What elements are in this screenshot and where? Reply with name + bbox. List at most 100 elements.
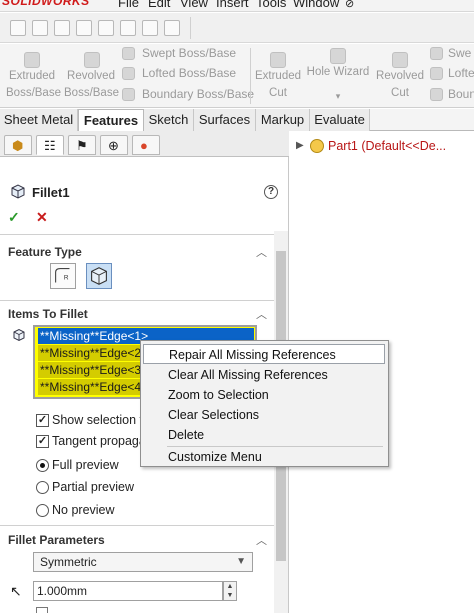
lofted-boss-button[interactable]: Lofted Boss/Base: [142, 65, 236, 82]
revolved-boss-icon[interactable]: [84, 52, 100, 68]
tangent-propagation-checkbox[interactable]: ✓: [36, 435, 49, 448]
revolved-cut-label-2: Cut: [391, 87, 409, 99]
menu-item-clear-selections[interactable]: Clear Selections: [142, 405, 387, 425]
fillet-profile-select[interactable]: Symmetric ▼: [33, 552, 253, 572]
feature-type-heading[interactable]: Feature Type: [8, 245, 82, 259]
chevron-up-icon[interactable]: ︿: [256, 244, 267, 260]
revolved-boss-button[interactable]: Revolved Boss/Base: [64, 68, 119, 102]
save-icon[interactable]: [54, 20, 70, 36]
undo-icon[interactable]: [98, 20, 114, 36]
full-preview-radio[interactable]: [36, 459, 49, 472]
redo-icon[interactable]: [120, 20, 136, 36]
quick-toolbar: [0, 13, 474, 43]
constant-fillet-icon: R: [55, 268, 70, 283]
menu-tools[interactable]: Tools: [256, 0, 286, 10]
cancel-button[interactable]: ✕: [36, 209, 48, 226]
display-manager-tab[interactable]: ●: [132, 135, 160, 155]
swept-boss-icon[interactable]: [122, 47, 135, 60]
no-preview-radio[interactable]: [36, 504, 49, 517]
extruded-boss-button[interactable]: Extruded Boss/Base: [6, 68, 61, 102]
face-fillet-button[interactable]: [86, 263, 112, 289]
section-divider: [0, 234, 274, 235]
revolved-boss-label-2: Boss/Base: [64, 87, 119, 99]
extruded-cut-icon[interactable]: [270, 52, 286, 68]
property-manager-tab[interactable]: ☷: [36, 135, 64, 155]
menu-view[interactable]: View: [180, 0, 208, 10]
menu-item-customize[interactable]: Customize Menu: [142, 447, 387, 467]
context-menu: Repair All Missing References Clear All …: [140, 340, 389, 467]
revolved-cut-button[interactable]: Revolved Cut: [374, 68, 426, 102]
part-icon: [310, 139, 324, 153]
boundary-boss-button[interactable]: Boundary Boss/Base: [142, 86, 254, 103]
menu-window[interactable]: Window: [293, 0, 339, 10]
boundary-cut-icon[interactable]: [430, 88, 443, 101]
menu-insert[interactable]: Insert: [216, 0, 249, 10]
expand-arrow-icon[interactable]: ▶: [296, 140, 304, 151]
tab-evaluate[interactable]: Evaluate: [310, 109, 370, 131]
lofted-boss-icon[interactable]: [122, 67, 135, 80]
tab-sheet-metal[interactable]: Sheet Metal: [0, 109, 78, 131]
solidworks-logo: SOLIDWORKS: [2, 0, 90, 8]
no-preview-label: No preview: [52, 503, 115, 517]
dimxpert-tab[interactable]: ⊕: [100, 135, 128, 155]
menu-item-repair-missing[interactable]: Repair All Missing References: [143, 344, 385, 364]
command-manager: Extruded Boss/Base Revolved Boss/Base Sw…: [0, 44, 474, 108]
hole-wizard-icon[interactable]: [330, 48, 346, 64]
ok-button[interactable]: ✓: [8, 209, 20, 226]
section-divider: [0, 300, 274, 301]
feature-manager-tab[interactable]: ⬢: [4, 135, 32, 155]
revolved-cut-label-1: Revolved: [376, 70, 424, 82]
section-divider: [0, 525, 274, 526]
boundary-boss-icon[interactable]: [122, 88, 135, 101]
print-icon[interactable]: [76, 20, 92, 36]
boundary-cut-button[interactable]: Boun: [448, 86, 474, 103]
open-icon[interactable]: [32, 20, 48, 36]
chevron-up-icon[interactable]: ︿: [256, 532, 267, 548]
swept-cut-icon[interactable]: [430, 47, 443, 60]
rebuild-icon[interactable]: [164, 20, 180, 36]
items-to-fillet-heading[interactable]: Items To Fillet: [8, 307, 88, 321]
menu-item-clear-missing[interactable]: Clear All Missing References: [142, 365, 387, 385]
menu-edit[interactable]: Edit: [148, 0, 170, 10]
hole-wizard-dropdown-icon[interactable]: ▾: [306, 88, 370, 105]
appearance-sphere-icon: ●: [140, 138, 148, 153]
swept-boss-button[interactable]: Swept Boss/Base: [142, 45, 236, 62]
configuration-manager-tab[interactable]: ⚑: [68, 135, 96, 155]
checkbox-partial[interactable]: [36, 607, 48, 613]
tab-surfaces[interactable]: Surfaces: [194, 109, 256, 131]
menu-item-zoom-selection[interactable]: Zoom to Selection: [142, 385, 387, 405]
svg-text:R: R: [64, 275, 69, 282]
help-icon[interactable]: ?: [264, 185, 278, 199]
command-divider: [250, 48, 251, 104]
fillet-profile-value: Symmetric: [40, 555, 97, 569]
tab-features[interactable]: Features: [78, 109, 144, 132]
radius-spinner[interactable]: ▲ ▼: [223, 581, 237, 601]
select-icon[interactable]: [142, 20, 158, 36]
part-node[interactable]: Part1 (Default<<De...: [328, 139, 446, 153]
chevron-up-icon[interactable]: ︿: [256, 306, 267, 322]
chevron-down-icon: ▼: [236, 556, 246, 567]
revolved-cut-icon[interactable]: [392, 52, 408, 68]
extruded-boss-label-2: Boss/Base: [6, 87, 61, 99]
new-doc-icon[interactable]: [10, 20, 26, 36]
radius-input[interactable]: 1.000mm: [33, 581, 223, 601]
lofted-cut-button[interactable]: Lofte: [448, 65, 474, 82]
extruded-boss-icon[interactable]: [24, 52, 40, 68]
constant-size-fillet-button[interactable]: R: [50, 263, 76, 289]
tab-sketch[interactable]: Sketch: [144, 109, 194, 131]
feature-title: Fillet1: [32, 185, 70, 200]
pin-icon[interactable]: ⊘: [345, 0, 354, 10]
show-selection-checkbox[interactable]: ✓: [36, 414, 49, 427]
extruded-cut-button[interactable]: Extruded Cut: [254, 68, 302, 102]
full-preview-label: Full preview: [52, 458, 119, 472]
fillet-parameters-heading[interactable]: Fillet Parameters: [8, 533, 105, 547]
face-fillet-icon: [91, 267, 107, 285]
hole-wizard-button[interactable]: Hole Wizard: [306, 64, 370, 81]
swept-cut-button[interactable]: Swe: [448, 45, 471, 62]
tab-markup[interactable]: Markup: [256, 109, 310, 131]
lofted-cut-icon[interactable]: [430, 67, 443, 80]
menu-item-delete[interactable]: Delete: [142, 425, 387, 445]
extruded-cut-label-1: Extruded: [254, 70, 302, 82]
partial-preview-radio[interactable]: [36, 481, 49, 494]
menu-file[interactable]: File: [118, 0, 139, 10]
